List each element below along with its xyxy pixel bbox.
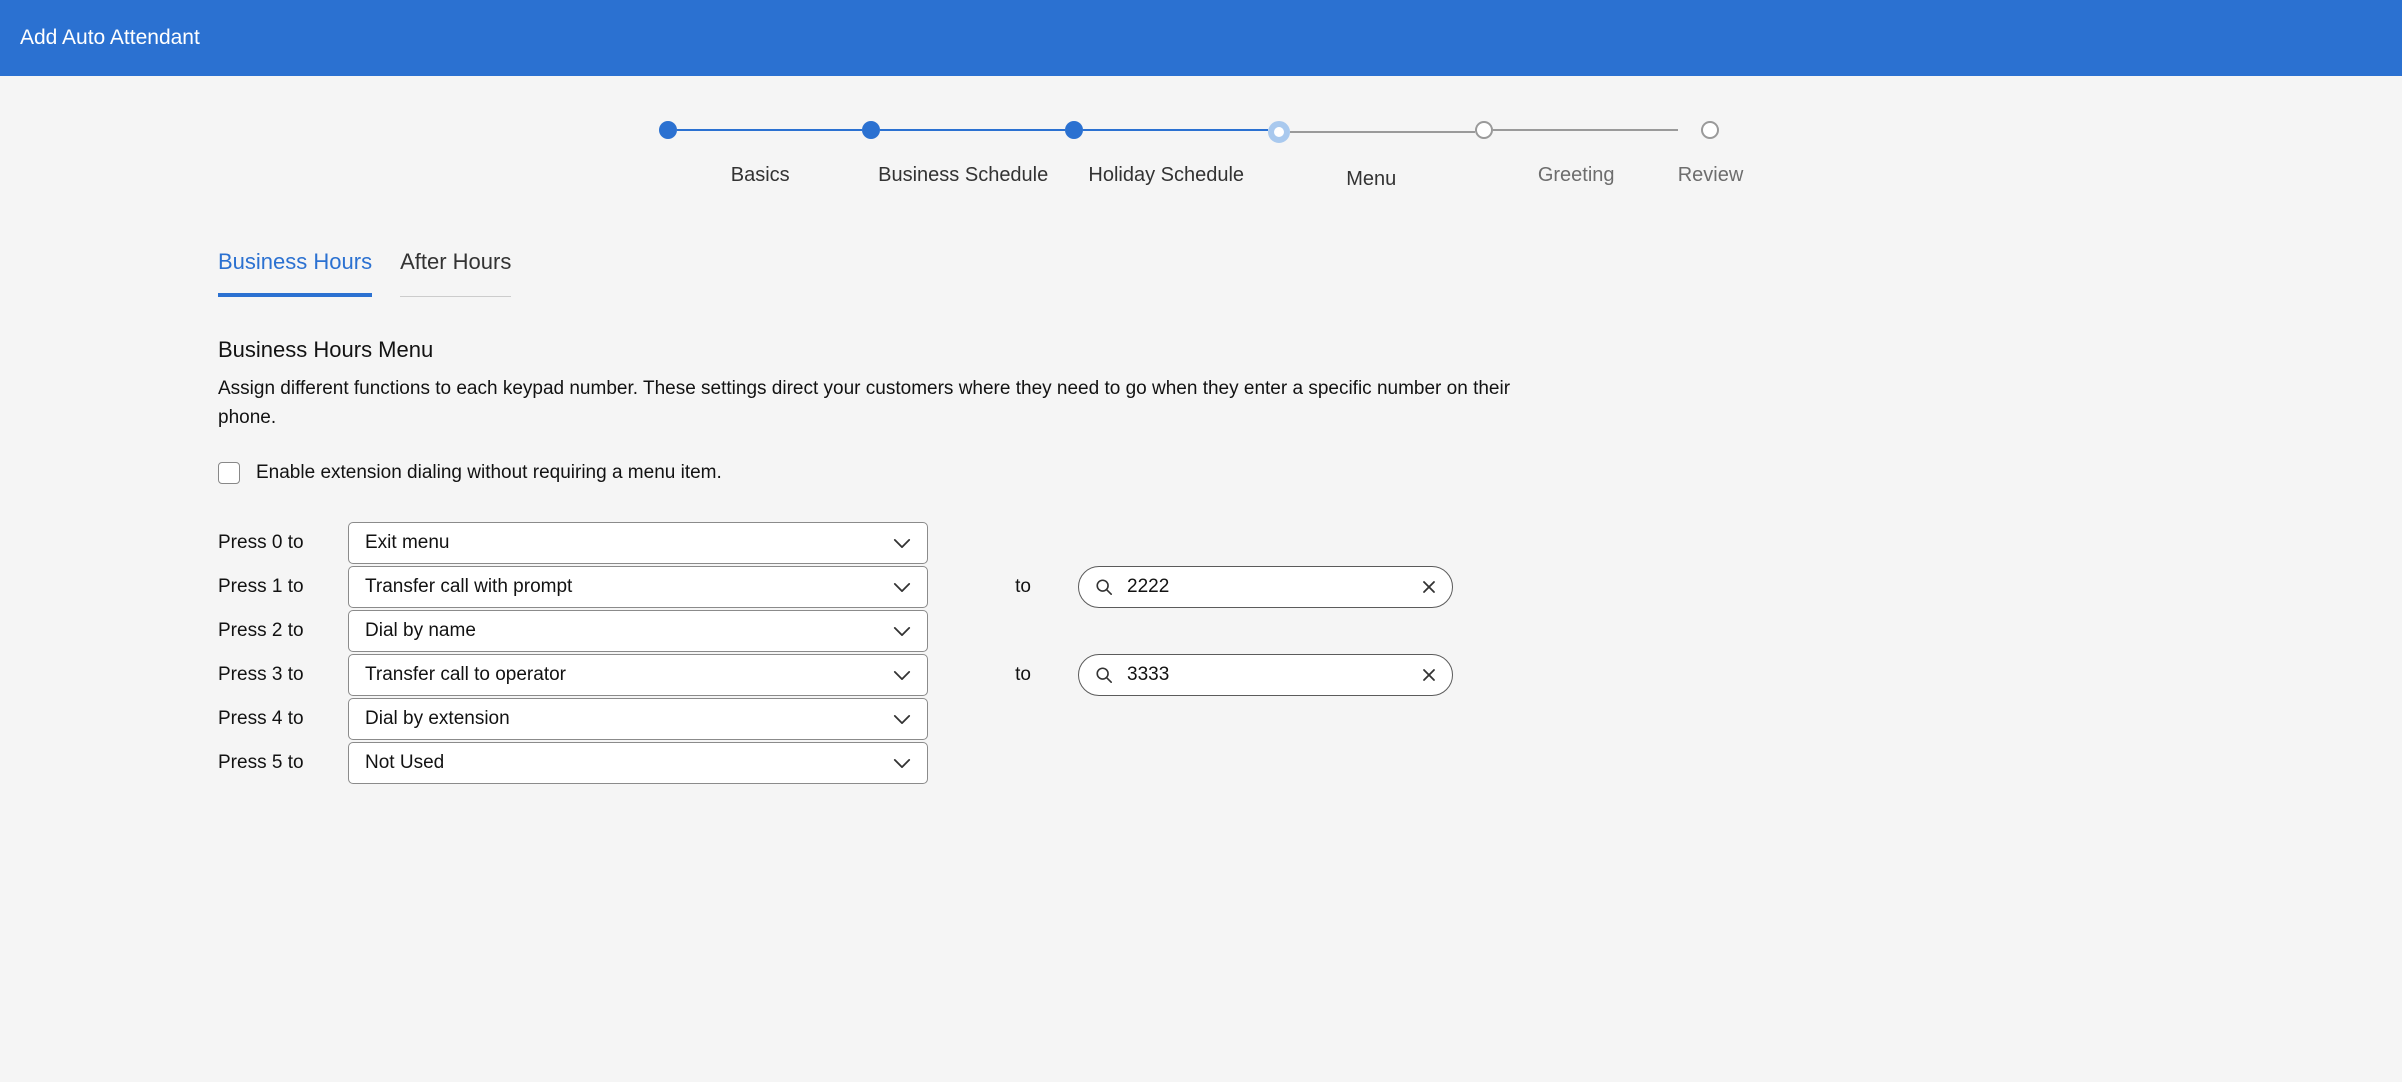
chevron-down-icon <box>893 626 911 637</box>
tab-business-hours[interactable]: Business Hours <box>218 249 372 297</box>
step-basics[interactable]: Basics <box>659 121 862 187</box>
row-label: Press 3 to <box>218 664 328 686</box>
action-select-3[interactable]: Transfer call to operator <box>348 654 928 696</box>
menu-row-1: Press 1 to Transfer call with prompt to 222… <box>218 566 1560 608</box>
tabs: Business Hours After Hours <box>218 249 1560 297</box>
step-label: Holiday Schedule <box>1088 164 1244 187</box>
menu-row-3: Press 3 to Transfer call to operator to 333… <box>218 654 1560 696</box>
step-holiday-schedule[interactable]: Holiday Schedule <box>1065 121 1268 187</box>
menu-row-4: Press 4 to Dial by extension <box>218 698 1560 740</box>
step-menu[interactable]: Menu <box>1268 121 1475 191</box>
menu-row-2: Press 2 to Dial by name <box>218 610 1560 652</box>
step-connector <box>1290 131 1475 133</box>
chevron-down-icon <box>893 582 911 593</box>
search-icon <box>1095 666 1113 684</box>
step-dot <box>659 121 677 139</box>
chevron-down-icon <box>893 758 911 769</box>
enable-extension-checkbox[interactable] <box>218 462 240 484</box>
step-connector <box>677 129 862 131</box>
clear-icon[interactable] <box>1422 580 1436 594</box>
menu-row-5: Press 5 to Not Used <box>218 742 1560 784</box>
stepper: Basics Business Schedule Holiday Schedule M… <box>0 76 2402 221</box>
page-title: Add Auto Attendant <box>20 26 200 49</box>
step-label: Greeting <box>1538 164 1615 187</box>
step-label: Review <box>1678 164 1744 187</box>
to-label: to <box>978 664 1068 686</box>
to-label: to <box>978 576 1068 598</box>
main-content: Business Hours After Hours Business Hour… <box>0 249 1560 826</box>
action-select-value: Transfer call to operator <box>365 664 566 686</box>
row-label: Press 1 to <box>218 576 328 598</box>
enable-extension-label: Enable extension dialing without requiri… <box>256 462 722 484</box>
chevron-down-icon <box>893 538 911 549</box>
row-label: Press 4 to <box>218 708 328 730</box>
action-select-value: Dial by name <box>365 620 476 642</box>
step-connector <box>1493 129 1678 131</box>
step-greeting[interactable]: Greeting <box>1475 121 1678 187</box>
action-select-4[interactable]: Dial by extension <box>348 698 928 740</box>
step-label: Business Schedule <box>878 164 1048 187</box>
enable-extension-checkbox-row: Enable extension dialing without requiri… <box>218 462 1560 484</box>
row-label: Press 2 to <box>218 620 328 642</box>
step-label: Menu <box>1346 168 1396 191</box>
action-select-1[interactable]: Transfer call with prompt <box>348 566 928 608</box>
destination-value: 3333 <box>1127 664 1408 686</box>
step-dot <box>1701 121 1719 139</box>
destination-search-3[interactable]: 3333 <box>1078 654 1453 696</box>
action-select-2[interactable]: Dial by name <box>348 610 928 652</box>
chevron-down-icon <box>893 714 911 725</box>
page-header: Add Auto Attendant <box>0 0 2402 76</box>
search-icon <box>1095 578 1113 596</box>
destination-value: 2222 <box>1127 576 1408 598</box>
action-select-0[interactable]: Exit menu <box>348 522 928 564</box>
action-select-value: Not Used <box>365 752 444 774</box>
action-select-value: Exit menu <box>365 532 449 554</box>
action-select-value: Dial by extension <box>365 708 510 730</box>
section-description: Assign different functions to each keypa… <box>218 375 1558 432</box>
chevron-down-icon <box>893 670 911 681</box>
action-select-value: Transfer call with prompt <box>365 576 572 598</box>
menu-row-0: Press 0 to Exit menu <box>218 522 1560 564</box>
step-dot <box>1475 121 1493 139</box>
destination-search-1[interactable]: 2222 <box>1078 566 1453 608</box>
tab-after-hours[interactable]: After Hours <box>400 249 511 297</box>
step-review[interactable]: Review <box>1678 121 1744 187</box>
step-connector <box>880 129 1065 131</box>
action-select-5[interactable]: Not Used <box>348 742 928 784</box>
clear-icon[interactable] <box>1422 668 1436 682</box>
section-title: Business Hours Menu <box>218 337 1560 363</box>
step-business-schedule[interactable]: Business Schedule <box>862 121 1065 187</box>
row-label: Press 0 to <box>218 532 328 554</box>
step-label: Basics <box>731 164 790 187</box>
row-label: Press 5 to <box>218 752 328 774</box>
step-dot <box>862 121 880 139</box>
step-dot <box>1268 121 1290 143</box>
step-dot <box>1065 121 1083 139</box>
step-connector <box>1083 129 1268 131</box>
